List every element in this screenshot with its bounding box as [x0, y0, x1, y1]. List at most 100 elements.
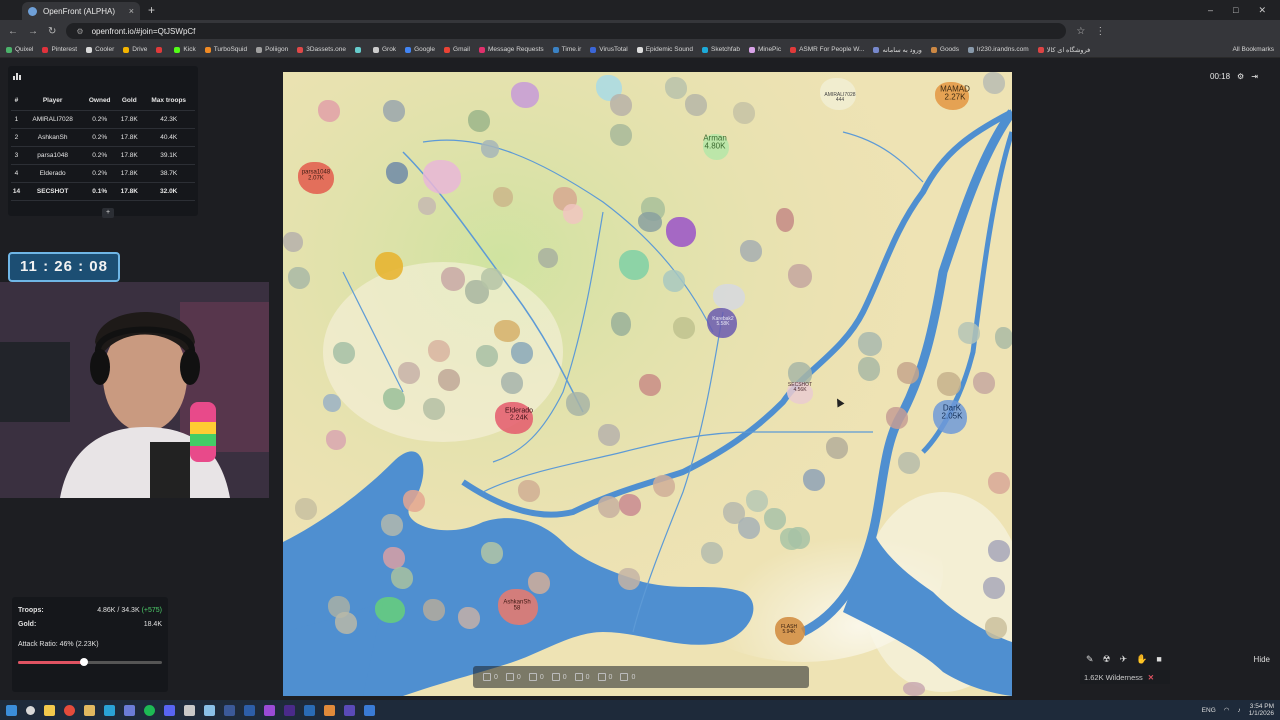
spotify-icon[interactable]	[144, 704, 155, 716]
territory[interactable]	[610, 124, 632, 146]
territory[interactable]	[318, 100, 340, 122]
bookmark-item[interactable]: ASMR For People W...	[790, 46, 864, 53]
leaderboard-expand-button[interactable]: +	[102, 208, 114, 218]
attack-ratio-slider[interactable]	[18, 658, 162, 666]
territory[interactable]	[383, 547, 405, 569]
territory[interactable]	[476, 345, 498, 367]
start-icon[interactable]	[6, 704, 17, 716]
app-icon[interactable]	[84, 704, 95, 716]
territory[interactable]	[468, 110, 490, 132]
territory[interactable]	[733, 102, 755, 124]
build-item[interactable]: 0	[574, 673, 590, 681]
territory[interactable]	[988, 472, 1010, 494]
territory[interactable]	[610, 94, 632, 116]
territory[interactable]	[618, 568, 640, 590]
territory[interactable]	[803, 469, 825, 491]
territory[interactable]	[858, 332, 882, 356]
territory[interactable]	[666, 217, 696, 247]
territory[interactable]	[958, 322, 980, 344]
territory[interactable]	[511, 342, 533, 364]
bookmark-item[interactable]: MinePic	[748, 46, 781, 53]
game-map[interactable]: Arman 4.80K MAMAD 2.27K parsa1048 2.07K …	[283, 72, 1012, 696]
chrome-icon[interactable]	[64, 704, 75, 716]
minimize-button[interactable]: –	[1208, 5, 1213, 16]
territory[interactable]	[788, 527, 810, 549]
territory[interactable]	[776, 208, 794, 232]
territory[interactable]	[665, 77, 687, 99]
territory[interactable]	[738, 517, 760, 539]
extensions-icon[interactable]: ⋮	[1095, 26, 1105, 37]
territory[interactable]	[481, 542, 503, 564]
territory[interactable]	[598, 424, 620, 446]
territory[interactable]	[897, 362, 919, 384]
territory[interactable]	[383, 100, 405, 122]
territory[interactable]	[653, 475, 675, 497]
territory[interactable]	[764, 508, 786, 530]
territory[interactable]	[333, 342, 355, 364]
territory[interactable]	[638, 212, 662, 232]
hide-button[interactable]: Hide	[1254, 655, 1270, 664]
bookmark-item[interactable]: Gmail	[444, 46, 470, 53]
territory[interactable]	[713, 284, 745, 310]
territory[interactable]	[673, 317, 695, 339]
bookmark-item[interactable]: Google	[405, 46, 435, 53]
territory[interactable]	[528, 572, 550, 594]
col-gold[interactable]: Gold	[116, 92, 143, 111]
alliance-icon[interactable]: ✋	[1136, 654, 1147, 665]
territory[interactable]	[538, 248, 558, 268]
bookmark-item[interactable]: Pinterest	[42, 46, 77, 53]
bookmark-item[interactable]: Epidemic Sound	[636, 46, 693, 53]
url-field[interactable]: ⚙ openfront.io/#join=QtJSWpCf	[66, 23, 1067, 39]
tab-close-icon[interactable]: ×	[129, 6, 134, 16]
territory[interactable]	[983, 577, 1005, 599]
star-icon[interactable]: ☆	[1076, 26, 1085, 37]
build-item[interactable]: 0	[597, 673, 612, 681]
territory[interactable]	[826, 437, 848, 459]
bookmark-item[interactable]: VirusTotal	[590, 46, 628, 53]
missile-icon[interactable]: ✈	[1120, 654, 1128, 665]
territory[interactable]	[985, 617, 1007, 639]
territory[interactable]	[481, 140, 499, 158]
territory[interactable]	[295, 498, 317, 520]
app-icon[interactable]	[244, 704, 255, 716]
territory[interactable]	[493, 187, 513, 207]
build-item[interactable]: 0	[505, 673, 521, 681]
all-bookmarks-button[interactable]: All Bookmarks	[1232, 46, 1274, 53]
territory[interactable]	[511, 82, 539, 108]
leaderboard-icon[interactable]	[13, 72, 21, 80]
territory[interactable]	[438, 369, 460, 391]
pencil-icon[interactable]: ✎	[1086, 654, 1094, 665]
bookmark-item[interactable]: TurboSquid	[204, 46, 247, 53]
territory[interactable]	[423, 160, 461, 194]
leaderboard-row[interactable]: 1 AMIRALI7028 0.2% 17.8K 42.3K	[11, 110, 195, 129]
bookmark-item[interactable]: 3Dassets.one	[297, 46, 346, 53]
premiere-icon[interactable]	[284, 704, 295, 716]
territory[interactable]	[386, 162, 408, 184]
territory[interactable]	[398, 362, 420, 384]
bookmark-item[interactable]: Goods	[930, 46, 959, 53]
territory[interactable]	[898, 452, 920, 474]
app-icon[interactable]	[364, 704, 375, 716]
bookmark-item[interactable]	[354, 46, 364, 53]
territory[interactable]	[458, 607, 480, 629]
territory[interactable]	[375, 597, 405, 623]
build-item[interactable]: 0	[620, 673, 635, 681]
territory[interactable]	[323, 394, 341, 412]
app-icon[interactable]	[184, 704, 195, 716]
after-effects-icon[interactable]	[264, 704, 275, 716]
reload-icon[interactable]: ↻	[48, 26, 56, 37]
close-wilderness-icon[interactable]: ✕	[1148, 673, 1154, 682]
territory[interactable]	[391, 567, 413, 589]
site-info-icon[interactable]: ⚙	[76, 27, 83, 36]
bookmark-item[interactable]: Cooler	[86, 46, 114, 53]
territory[interactable]	[937, 372, 961, 396]
tray-lang[interactable]: ENG	[1202, 707, 1216, 714]
territory[interactable]	[441, 267, 465, 291]
new-tab-button[interactable]: +	[148, 3, 155, 17]
forward-icon[interactable]: →	[28, 26, 38, 37]
bookmark-item[interactable]: Message Requests	[479, 46, 544, 53]
exit-icon[interactable]: ⇥	[1251, 72, 1258, 81]
wifi-icon[interactable]: ◠	[1224, 706, 1230, 714]
bookmark-item[interactable]: Poliigon	[256, 46, 288, 53]
bookmark-item[interactable]: Kick	[174, 46, 196, 53]
